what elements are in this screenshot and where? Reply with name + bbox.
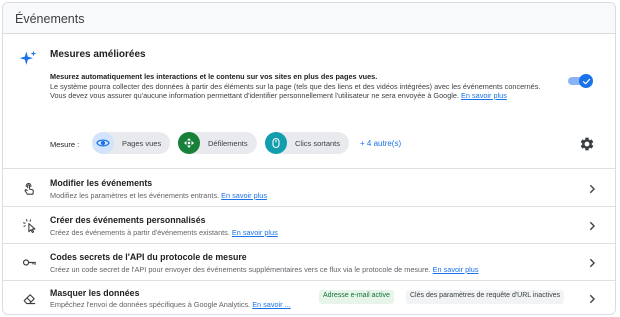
sparkle-click-icon [23, 219, 36, 233]
eraser-icon [23, 294, 36, 305]
row-modify-events[interactable]: Modifier les événements Modifiez les par… [3, 170, 615, 207]
touch-icon [24, 182, 34, 195]
row-measurement-protocol-secrets[interactable]: Codes secrets de l'API du protocole de m… [3, 244, 615, 281]
scroll-icon [184, 138, 194, 148]
row-title: Modifier les événements [50, 178, 153, 188]
learn-more-link[interactable]: En savoir plus [232, 228, 278, 237]
chip-outbound-clicks[interactable]: Clics sortants [265, 132, 350, 154]
enhanced-measurement-title: Mesures améliorées [50, 49, 146, 60]
row-subtitle: Créez des événements à partir d'événemen… [50, 228, 278, 237]
row-title: Codes secrets de l'API du protocole de m… [50, 252, 247, 262]
mouse-icon [272, 137, 280, 149]
check-icon [582, 78, 590, 84]
row-title: Masquer les données [50, 288, 140, 298]
chip-page-views[interactable]: Pages vues [92, 132, 171, 154]
learn-more-link[interactable]: En savoir plus [433, 265, 479, 274]
row-subtitle: Empêchez l'envoi de données spécifiques … [50, 300, 291, 309]
row-title: Créer des événements personnalisés [50, 215, 206, 225]
description-bold: Mesurez automatiquement les interactions… [50, 72, 378, 81]
card-header: Événements [3, 3, 615, 34]
chip-label: Clics sortants [295, 138, 341, 148]
events-card: Événements Mesures améliorées Mesurez au… [2, 2, 616, 315]
row-subtitle-text: Créez un code secret de l'API pour envoy… [50, 265, 431, 274]
chip-scrolls[interactable]: Défilements [178, 132, 257, 154]
learn-more-link[interactable]: En savoir ... [252, 300, 291, 309]
chip-label: Pages vues [122, 138, 162, 148]
chip-label: Défilements [208, 138, 248, 148]
chevron-right-icon [589, 184, 596, 194]
more-events-link[interactable]: + 4 autre(s) [360, 139, 401, 148]
key-icon [22, 259, 36, 266]
learn-more-link[interactable]: En savoir plus [461, 91, 507, 100]
learn-more-link[interactable]: En savoir plus [221, 191, 267, 200]
chevron-right-icon [589, 294, 596, 304]
enhanced-measurement-section: Mesures améliorées Mesurez automatiqueme… [3, 36, 615, 169]
status-badge-url-params: Clés des paramètres de requête d'URL ina… [406, 290, 565, 304]
row-subtitle-text: Empêchez l'envoi de données spécifiques … [50, 300, 251, 309]
measure-label: Mesure : [50, 140, 80, 149]
page-title: Événements [15, 12, 85, 26]
status-badge-email: Adresse e-mail active [319, 290, 394, 304]
row-create-custom-events[interactable]: Créer des événements personnalisés Créez… [3, 207, 615, 244]
eye-icon [96, 139, 110, 147]
chevron-right-icon [589, 221, 596, 231]
enhanced-measurement-description: Mesurez automatiquement les interactions… [50, 72, 555, 101]
row-subtitle: Créez un code secret de l'API pour envoy… [50, 265, 479, 274]
row-subtitle: Modifiez les paramètres et les événement… [50, 191, 267, 200]
enhanced-measurement-toggle[interactable] [568, 74, 593, 88]
sparkle-icon [19, 50, 37, 65]
row-subtitle-text: Modifiez les paramètres et les événement… [50, 191, 220, 200]
gear-icon[interactable] [579, 136, 595, 152]
row-subtitle-text: Créez des événements à partir d'événemen… [50, 228, 230, 237]
chevron-right-icon [589, 258, 596, 268]
